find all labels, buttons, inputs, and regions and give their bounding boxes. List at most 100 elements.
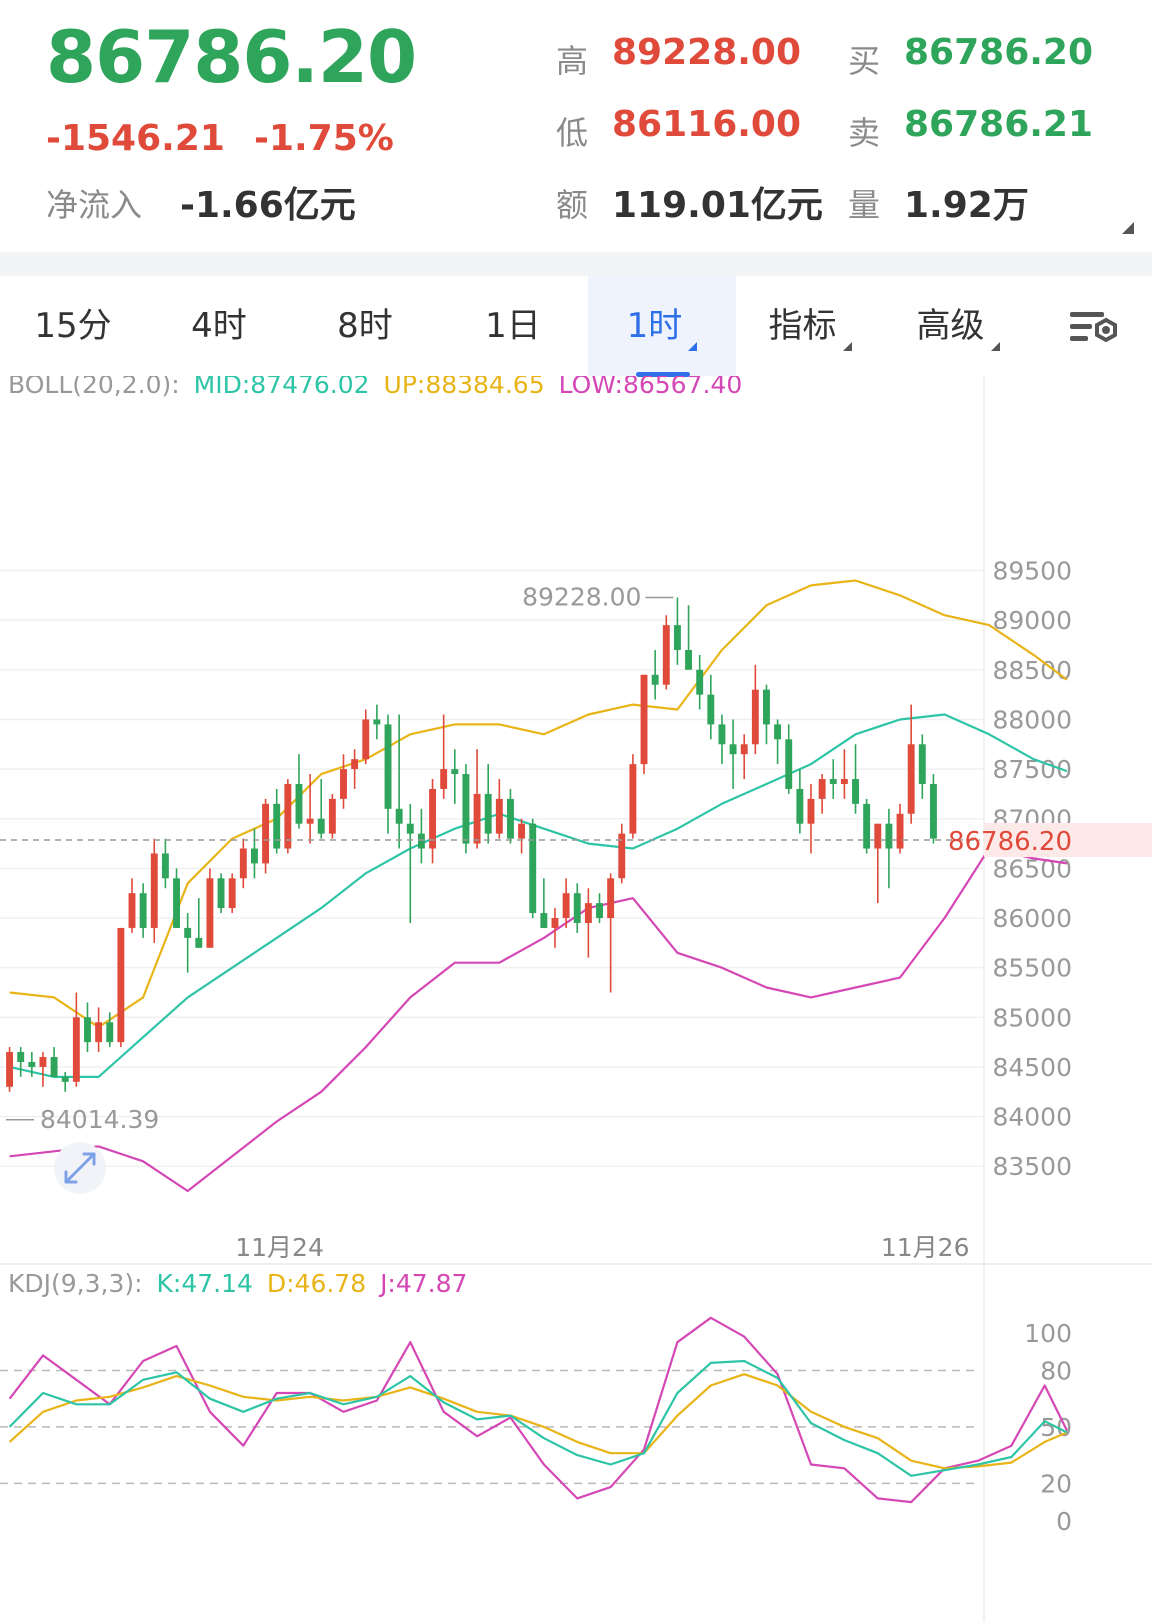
kline-chart[interactable]: BOLL(20,2.0): MID:87476.02 UP:88384.65 L… bbox=[0, 376, 1152, 1622]
candle-body bbox=[328, 798, 336, 834]
candle-body bbox=[729, 744, 737, 755]
dropdown-caret-icon bbox=[688, 342, 698, 351]
boll-indicator-label: BOLL(20,2.0): bbox=[8, 376, 180, 399]
candle-body bbox=[518, 823, 526, 839]
candle-body bbox=[751, 689, 759, 745]
candle-body bbox=[707, 694, 715, 725]
candle bbox=[451, 749, 459, 804]
candle-body bbox=[785, 739, 793, 789]
candle-body bbox=[551, 918, 559, 928]
tab-label: 指标 bbox=[768, 306, 837, 346]
candle bbox=[429, 779, 436, 864]
candle-body bbox=[284, 783, 292, 849]
low-marker-label: 84014.39 bbox=[40, 1105, 159, 1134]
tab-1d[interactable]: 1日 bbox=[438, 276, 588, 376]
candle bbox=[685, 605, 693, 670]
candle bbox=[206, 868, 214, 948]
expand-chart-icon[interactable] bbox=[54, 1142, 106, 1194]
kdj-y-tick-label: 20 bbox=[1040, 1469, 1072, 1498]
candle-body bbox=[473, 793, 481, 844]
tab-15m[interactable]: 15分 bbox=[0, 276, 146, 376]
net-inflow-label: 净流入 bbox=[46, 186, 143, 224]
candle-body bbox=[273, 803, 281, 849]
high-marker-label: 89228.00 bbox=[522, 583, 641, 612]
candle bbox=[874, 823, 882, 904]
candle-body bbox=[651, 674, 659, 685]
candle-body bbox=[740, 744, 748, 755]
candle bbox=[484, 764, 492, 844]
candle bbox=[6, 1047, 14, 1092]
candle-body bbox=[507, 798, 514, 839]
tab-label: 15分 bbox=[34, 306, 112, 346]
y-tick-label: 89500 bbox=[992, 557, 1072, 586]
candle bbox=[751, 664, 759, 755]
boll-up-label: UP:88384.65 bbox=[384, 376, 545, 399]
candle-body bbox=[384, 724, 392, 809]
candle bbox=[72, 992, 80, 1087]
tab-8h[interactable]: 8时 bbox=[292, 276, 438, 376]
tab-advanced[interactable]: 高级 bbox=[884, 276, 1032, 376]
candle bbox=[173, 868, 180, 928]
candle-body bbox=[451, 769, 459, 775]
x-axis-label: 11月26 bbox=[881, 1233, 970, 1262]
candle-body bbox=[529, 823, 537, 914]
candle-body bbox=[929, 783, 937, 839]
tab-4h[interactable]: 4时 bbox=[146, 276, 292, 376]
candle bbox=[250, 828, 258, 879]
candle bbox=[896, 803, 904, 854]
candle-body bbox=[673, 625, 681, 650]
candle-body bbox=[462, 774, 470, 844]
candle bbox=[417, 808, 425, 864]
candle-body bbox=[250, 848, 258, 864]
candle-body bbox=[495, 798, 503, 834]
candle-body bbox=[640, 674, 648, 765]
candle-body bbox=[829, 779, 837, 784]
chart-settings-button[interactable] bbox=[1032, 276, 1152, 376]
expand-corner-icon[interactable] bbox=[1122, 222, 1134, 234]
candle-body bbox=[206, 878, 214, 948]
candle-body bbox=[696, 669, 704, 695]
tab-label: 1时 bbox=[626, 306, 683, 346]
tab-label: 4时 bbox=[191, 306, 247, 346]
candle bbox=[929, 774, 937, 844]
candle-body bbox=[718, 724, 726, 745]
y-tick-label: 85000 bbox=[992, 1003, 1072, 1032]
buy-label: 买 bbox=[848, 42, 881, 80]
candle bbox=[340, 754, 347, 809]
candle bbox=[673, 597, 681, 665]
y-tick-label: 84500 bbox=[992, 1053, 1072, 1082]
candle-body bbox=[106, 1022, 114, 1043]
candle bbox=[551, 908, 559, 948]
candle-body bbox=[796, 788, 804, 824]
candle bbox=[885, 808, 893, 889]
candle-body bbox=[128, 893, 136, 928]
candle bbox=[718, 714, 726, 765]
candle-body bbox=[6, 1052, 14, 1087]
candle bbox=[573, 883, 581, 933]
candle-body bbox=[161, 853, 169, 879]
y-tick-label: 85500 bbox=[992, 954, 1072, 983]
candle-body bbox=[607, 878, 615, 919]
candle-body bbox=[540, 913, 548, 928]
kdj-indicator-label: KDJ(9,3,3): bbox=[8, 1269, 143, 1298]
candle bbox=[473, 749, 481, 849]
candle-body bbox=[562, 893, 570, 919]
candle-body bbox=[885, 823, 893, 849]
candle-body bbox=[406, 823, 414, 834]
last-price: 86786.20 bbox=[46, 15, 417, 99]
candle bbox=[362, 709, 370, 765]
candle-body bbox=[584, 903, 592, 923]
y-tick-label: 89000 bbox=[992, 606, 1072, 635]
boll-low-line bbox=[9, 847, 1068, 1193]
high-value: 89228.00 bbox=[612, 32, 802, 73]
candle-body bbox=[317, 818, 325, 834]
candle bbox=[918, 734, 926, 799]
candle bbox=[840, 749, 848, 799]
candle bbox=[317, 779, 325, 839]
candle bbox=[662, 615, 670, 690]
tab-1h[interactable]: 1时 bbox=[588, 276, 736, 376]
tab-indicators[interactable]: 指标 bbox=[736, 276, 884, 376]
candle bbox=[807, 783, 815, 854]
candle bbox=[139, 883, 147, 938]
candle-body bbox=[918, 744, 926, 784]
